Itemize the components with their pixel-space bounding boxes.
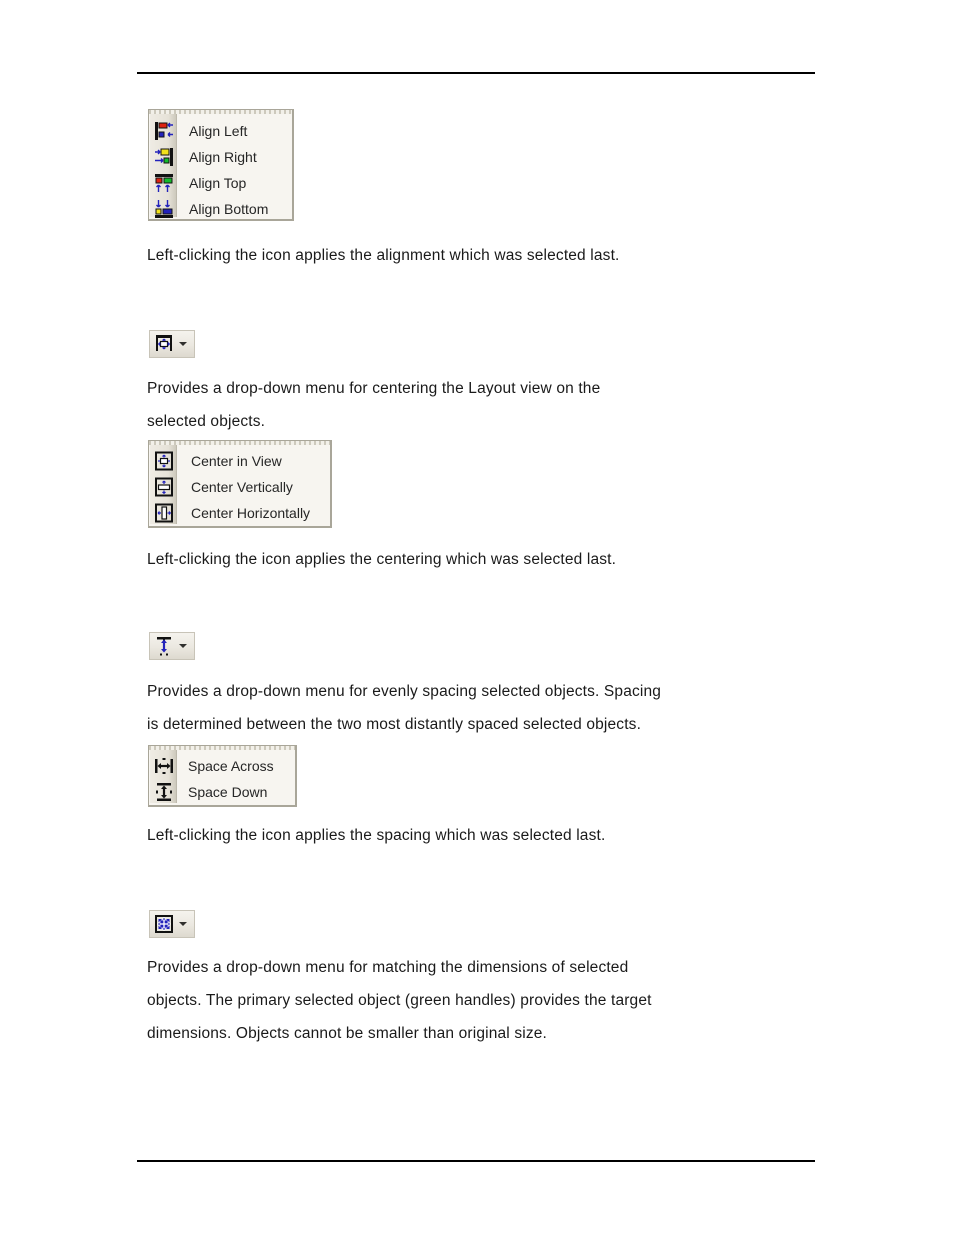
menu-item-center-horizontally[interactable]: Center Horizontally (149, 500, 330, 526)
center-toolbar-button[interactable] (149, 330, 195, 358)
page-header-rule (137, 72, 815, 74)
menu-item-align-right[interactable]: Align Right (149, 144, 292, 170)
space-down-icon (153, 781, 175, 803)
center-dropdown-menu[interactable]: Center in View Center Vertically Center … (148, 440, 332, 528)
menu-item-label: Center in View (191, 453, 282, 469)
chevron-down-icon[interactable] (179, 342, 187, 346)
center-in-view-toolbar-icon (156, 335, 172, 351)
center-vertically-icon (153, 476, 175, 498)
menu-item-align-top[interactable]: Align Top (149, 170, 292, 196)
menu-item-space-across[interactable]: Space Across (149, 753, 295, 779)
align-caption-text: Left-clicking the icon applies the align… (147, 247, 620, 264)
center-in-view-icon (153, 450, 175, 472)
chevron-down-icon[interactable] (179, 922, 187, 926)
align-top-icon (153, 172, 175, 194)
center-horizontally-icon (153, 502, 175, 524)
match-description-text: Provides a drop-down menu for matching t… (147, 959, 652, 1042)
match-dimensions-toolbar-icon (155, 915, 173, 933)
menu-item-space-down[interactable]: Space Down (149, 779, 295, 805)
center-caption-text: Left-clicking the icon applies the cente… (147, 551, 617, 568)
menu-item-label: Align Right (189, 149, 257, 165)
menu-item-align-bottom[interactable]: Align Bottom (149, 196, 292, 222)
space-dropdown-menu[interactable]: Space Across Space Down (148, 745, 297, 807)
align-left-icon (153, 120, 175, 142)
align-right-icon (153, 146, 175, 168)
center-description-text: Provides a drop-down menu for centering … (147, 380, 601, 430)
chevron-down-icon[interactable] (179, 644, 187, 648)
menu-item-align-left[interactable]: Align Left (149, 118, 292, 144)
align-bottom-icon (153, 198, 175, 220)
menu-item-label: Align Top (189, 175, 247, 191)
document-page: Align Left Align Right Align Top Align B… (0, 0, 954, 1235)
menu-item-center-in-view[interactable]: Center in View (149, 448, 330, 474)
space-caption-text: Left-clicking the icon applies the spaci… (147, 827, 606, 844)
menu-item-label: Align Bottom (189, 201, 269, 217)
align-dropdown-menu[interactable]: Align Left Align Right Align Top Align B… (148, 109, 294, 221)
menu-item-label: Space Across (188, 758, 274, 774)
page-footer-rule (137, 1160, 815, 1162)
menu-item-center-vertically[interactable]: Center Vertically (149, 474, 330, 500)
menu-item-label: Center Horizontally (191, 505, 311, 521)
space-down-toolbar-icon (157, 637, 171, 656)
space-toolbar-button[interactable] (149, 632, 195, 660)
space-description-text: Provides a drop-down menu for evenly spa… (147, 683, 662, 733)
menu-item-label: Space Down (188, 784, 268, 800)
menu-item-label: Center Vertically (191, 479, 293, 495)
match-dimensions-toolbar-button[interactable] (149, 910, 195, 938)
menu-item-label: Align Left (189, 123, 248, 139)
space-across-icon (153, 755, 175, 777)
